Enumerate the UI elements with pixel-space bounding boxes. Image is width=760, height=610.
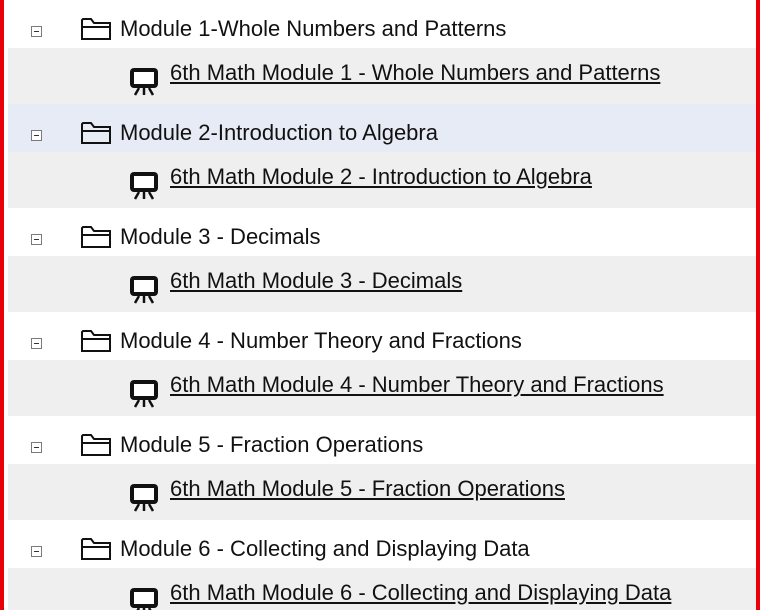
presentation-icon xyxy=(130,380,158,408)
module-item-row[interactable]: 6th Math Module 6 - Collecting and Displ… xyxy=(8,568,756,610)
module-item-link[interactable]: 6th Math Module 3 - Decimals xyxy=(170,267,462,295)
presentation-icon xyxy=(130,588,158,610)
folder-icon xyxy=(81,122,111,144)
module-group: Module 1-Whole Numbers and Patterns 6th … xyxy=(8,0,756,104)
module-row[interactable]: Module 3 - Decimals xyxy=(8,208,756,256)
presentation-icon xyxy=(130,276,158,304)
module-title: Module 4 - Number Theory and Fractions xyxy=(120,328,522,353)
module-group: Module 4 - Number Theory and Fractions 6… xyxy=(8,312,756,416)
folder-icon xyxy=(81,434,111,456)
module-item-row[interactable]: 6th Math Module 5 - Fraction Operations xyxy=(8,464,756,520)
folder-icon xyxy=(81,18,111,40)
module-row[interactable]: Module 1-Whole Numbers and Patterns xyxy=(8,0,756,48)
module-title: Module 6 - Collecting and Displaying Dat… xyxy=(120,536,530,561)
module-item-row[interactable]: 6th Math Module 1 - Whole Numbers and Pa… xyxy=(8,48,756,104)
collapse-toggle-icon[interactable] xyxy=(31,234,42,245)
module-row[interactable]: Module 4 - Number Theory and Fractions xyxy=(8,312,756,360)
module-item-row[interactable]: 6th Math Module 2 - Introduction to Alge… xyxy=(8,152,756,208)
module-title: Module 2-Introduction to Algebra xyxy=(120,120,438,145)
module-title: Module 5 - Fraction Operations xyxy=(120,432,424,457)
module-title: Module 1-Whole Numbers and Patterns xyxy=(120,16,507,41)
presentation-icon xyxy=(130,172,158,200)
module-row[interactable]: Module 5 - Fraction Operations xyxy=(8,416,756,464)
module-item-row[interactable]: 6th Math Module 4 - Number Theory and Fr… xyxy=(8,360,756,416)
presentation-icon xyxy=(130,484,158,512)
module-item-link[interactable]: 6th Math Module 6 - Collecting and Displ… xyxy=(170,579,671,607)
collapse-toggle-icon[interactable] xyxy=(31,26,42,37)
content-frame: Module 1-Whole Numbers and Patterns 6th … xyxy=(0,0,760,610)
module-group: Module 2-Introduction to Algebra 6th Mat… xyxy=(8,104,756,208)
presentation-icon xyxy=(130,68,158,96)
module-item-link[interactable]: 6th Math Module 5 - Fraction Operations xyxy=(170,475,565,503)
collapse-toggle-icon[interactable] xyxy=(31,130,42,141)
module-item-link[interactable]: 6th Math Module 2 - Introduction to Alge… xyxy=(170,163,592,191)
module-tree: Module 1-Whole Numbers and Patterns 6th … xyxy=(8,0,756,610)
module-group: Module 5 - Fraction Operations 6th Math … xyxy=(8,416,756,520)
module-item-link[interactable]: 6th Math Module 4 - Number Theory and Fr… xyxy=(170,371,664,399)
folder-icon xyxy=(81,330,111,352)
module-group: Module 6 - Collecting and Displaying Dat… xyxy=(8,520,756,610)
collapse-toggle-icon[interactable] xyxy=(31,442,42,453)
folder-icon xyxy=(81,538,111,560)
module-title: Module 3 - Decimals xyxy=(120,224,321,249)
module-row[interactable]: Module 6 - Collecting and Displaying Dat… xyxy=(8,520,756,568)
collapse-toggle-icon[interactable] xyxy=(31,338,42,349)
collapse-toggle-icon[interactable] xyxy=(31,546,42,557)
module-item-link[interactable]: 6th Math Module 1 - Whole Numbers and Pa… xyxy=(170,59,660,87)
module-item-row[interactable]: 6th Math Module 3 - Decimals xyxy=(8,256,756,312)
module-group: Module 3 - Decimals 6th Math Module 3 - … xyxy=(8,208,756,312)
module-row[interactable]: Module 2-Introduction to Algebra xyxy=(8,104,756,152)
folder-icon xyxy=(81,226,111,248)
